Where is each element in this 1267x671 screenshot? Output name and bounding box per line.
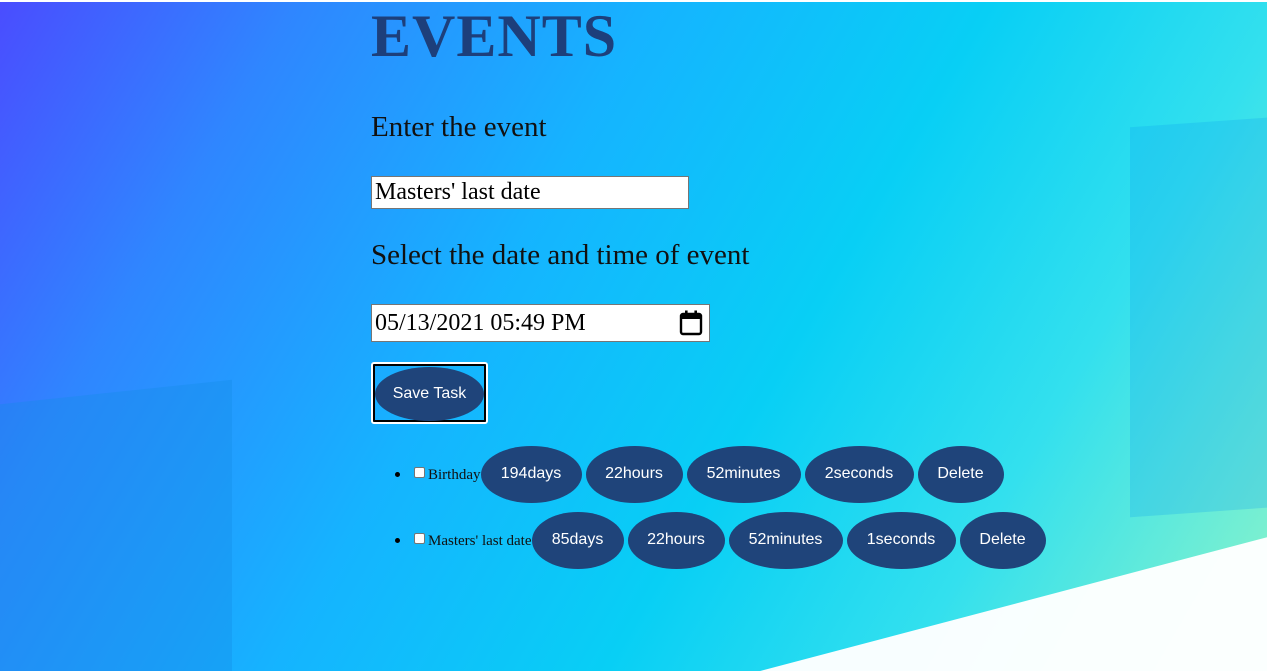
event-checkbox[interactable] xyxy=(414,532,425,544)
event-input[interactable]: Masters' last date xyxy=(371,176,689,209)
delete-button[interactable]: Delete xyxy=(959,511,1046,569)
minutes-remaining[interactable]: 52minutes xyxy=(686,445,801,503)
save-task-button[interactable]: Save Task xyxy=(375,367,484,421)
event-name: Birthday xyxy=(428,466,481,483)
seconds-remaining[interactable]: 2seconds xyxy=(804,445,914,503)
datetime-value: 05/13/2021 05:49 PM xyxy=(375,310,586,336)
minutes-remaining[interactable]: 52minutes xyxy=(728,511,843,569)
datetime-input[interactable]: 05/13/2021 05:49 PM xyxy=(371,304,710,342)
delete-button[interactable]: Delete xyxy=(917,445,1004,503)
background-shape xyxy=(0,379,232,671)
event-name: Masters' last date xyxy=(428,532,532,549)
hours-remaining[interactable]: 22hours xyxy=(627,511,725,569)
days-remaining[interactable]: 85days xyxy=(531,511,624,569)
list-item: Masters' last date 85days 22hours 52minu… xyxy=(395,510,1050,570)
seconds-remaining[interactable]: 1seconds xyxy=(846,511,956,569)
event-label: Enter the event xyxy=(371,111,547,143)
date-label: Select the date and time of event xyxy=(371,239,750,271)
event-checkbox[interactable] xyxy=(414,466,425,478)
background-shape xyxy=(1130,116,1267,518)
save-task-button-frame: Save Task xyxy=(371,362,488,424)
page-title: EVENTS xyxy=(371,3,618,69)
days-remaining[interactable]: 194days xyxy=(480,445,582,503)
hours-remaining[interactable]: 22hours xyxy=(585,445,683,503)
calendar-icon[interactable] xyxy=(679,310,703,336)
event-list: Birthday 194days 22hours 52minutes 2seco… xyxy=(371,444,1050,576)
list-item: Birthday 194days 22hours 52minutes 2seco… xyxy=(395,444,1050,504)
